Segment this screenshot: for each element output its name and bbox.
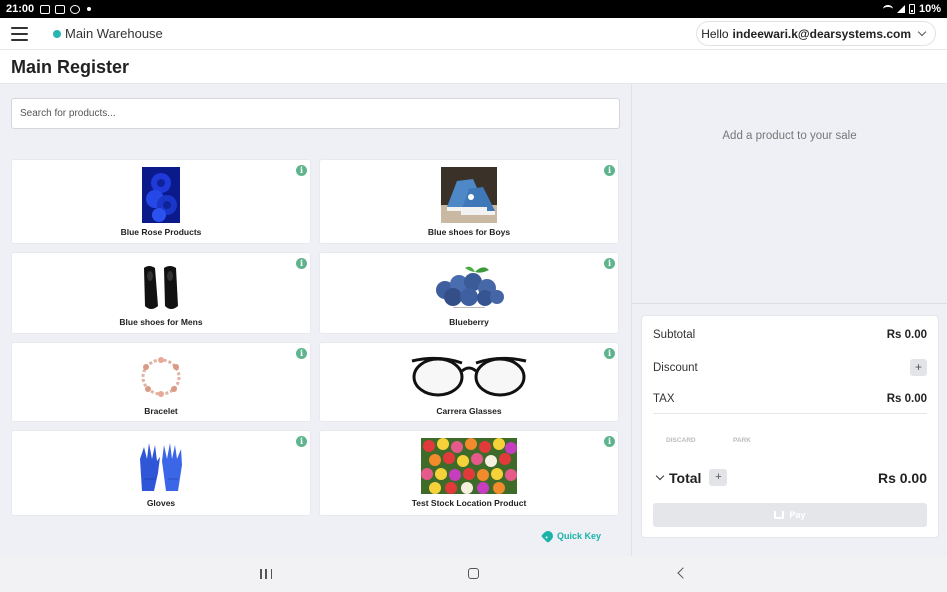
- product-pane: i Blue Rose Products i Blue shoes for Bo…: [0, 84, 631, 556]
- subtotal-value: Rs 0.00: [886, 329, 927, 341]
- product-name: Gloves: [146, 498, 176, 508]
- product-name: Blue shoes for Mens: [119, 317, 203, 327]
- status-right: 10%: [882, 3, 941, 15]
- skype-notification-icon: [70, 4, 81, 14]
- total-label: Total: [669, 469, 702, 486]
- product-card[interactable]: i Blueberry: [319, 252, 619, 334]
- blue-rose-image: [142, 167, 180, 223]
- home-icon[interactable]: [468, 568, 479, 579]
- info-icon[interactable]: i: [296, 348, 307, 359]
- info-icon[interactable]: i: [296, 436, 307, 447]
- product-card[interactable]: i Blue Rose Products: [11, 159, 311, 244]
- pay-label: Pay: [789, 510, 806, 520]
- menu-icon[interactable]: [11, 27, 28, 41]
- more-notifications-icon: [87, 7, 92, 11]
- product-name: Carrera Glasses: [436, 406, 502, 416]
- discount-label: Discount: [653, 361, 698, 374]
- gallery-notification-icon: [40, 4, 51, 14]
- sale-divider: [632, 303, 947, 304]
- park-button[interactable]: PARK: [733, 437, 751, 444]
- info-icon[interactable]: i: [296, 258, 307, 269]
- total-row: Total + Rs 0.00: [653, 469, 927, 486]
- recent-apps-icon[interactable]: [260, 569, 272, 579]
- pay-button[interactable]: Pay: [653, 503, 927, 527]
- navigation-bar: [0, 556, 947, 592]
- product-card[interactable]: i Test Stock Location Product: [319, 430, 619, 516]
- status-bar: 21:00 10%: [0, 0, 947, 18]
- info-icon[interactable]: i: [604, 436, 615, 447]
- info-icon[interactable]: i: [604, 348, 615, 359]
- gloves-image: [140, 443, 182, 491]
- cloud-notification-icon: [55, 4, 66, 14]
- sale-pane: Add a product to your sale Subtotal Rs 0…: [631, 84, 947, 556]
- empty-sale-message: Add a product to your sale: [722, 130, 857, 142]
- discount-row: Discount +: [653, 359, 927, 376]
- product-card[interactable]: i Bracelet: [11, 342, 311, 422]
- signal-icon: [896, 5, 905, 13]
- product-name: Test Stock Location Product: [411, 498, 527, 508]
- tax-label: TAX: [653, 393, 675, 405]
- discard-button[interactable]: DISCARD: [666, 437, 696, 444]
- product-name: Blue shoes for Boys: [427, 227, 511, 237]
- product-card[interactable]: i Blue shoes for Boys: [319, 159, 619, 244]
- add-discount-button[interactable]: +: [910, 359, 927, 376]
- subtotal-label: Subtotal: [653, 329, 696, 341]
- info-icon[interactable]: i: [604, 258, 615, 269]
- subtotal-row: Subtotal Rs 0.00: [653, 329, 927, 341]
- page-title: Main Register: [11, 57, 130, 77]
- tulips-image: [421, 438, 517, 494]
- quick-key-label: Quick Key: [557, 531, 602, 541]
- back-icon[interactable]: [677, 567, 689, 579]
- cart-icon: [774, 511, 785, 519]
- tax-value: Rs 0.00: [886, 393, 927, 405]
- hello-label: Hello: [701, 26, 729, 41]
- sneakers-image: [441, 167, 497, 223]
- warehouse-status-dot: [53, 30, 61, 38]
- battery-icon: [908, 4, 915, 14]
- info-icon[interactable]: i: [296, 165, 307, 176]
- dress-shoes-image: [144, 266, 178, 309]
- tag-icon: [540, 528, 556, 544]
- user-menu-button[interactable]: Hello indeewari.k@dearsystems.com: [696, 21, 936, 46]
- title-row: Main Register: [0, 50, 947, 84]
- blueberry-image: [436, 266, 504, 308]
- product-card[interactable]: i Carrera Glasses: [319, 342, 619, 422]
- product-search-input[interactable]: [11, 98, 620, 129]
- status-time: 21:00: [6, 3, 35, 15]
- wifi-icon: [882, 5, 893, 13]
- product-card[interactable]: i Gloves: [11, 430, 311, 516]
- app-bar: Main Warehouse Hello indeewari.k@dearsys…: [0, 18, 947, 50]
- chevron-down-icon: [917, 27, 927, 37]
- product-name: Blueberry: [449, 317, 489, 327]
- chevron-down-icon[interactable]: [655, 471, 665, 481]
- total-value: Rs 0.00: [877, 469, 927, 486]
- add-total-button[interactable]: +: [709, 469, 728, 486]
- tax-row: TAX Rs 0.00: [653, 393, 927, 405]
- product-name: Blue Rose Products: [120, 227, 202, 237]
- battery-level: 10%: [918, 3, 941, 15]
- warehouse-name[interactable]: Main Warehouse: [65, 26, 163, 41]
- glasses-image: [411, 356, 527, 397]
- product-card[interactable]: i Blue shoes for Mens: [11, 252, 311, 334]
- info-icon[interactable]: i: [604, 165, 615, 176]
- user-email: indeewari.k@dearsystems.com: [732, 26, 911, 41]
- quick-key-button[interactable]: Quick Key: [540, 528, 602, 544]
- product-name: Bracelet: [144, 406, 178, 416]
- bracelet-image: [141, 357, 181, 397]
- sale-summary: Subtotal Rs 0.00 Discount + TAX Rs 0.00 …: [641, 315, 939, 538]
- summary-divider: [653, 413, 927, 414]
